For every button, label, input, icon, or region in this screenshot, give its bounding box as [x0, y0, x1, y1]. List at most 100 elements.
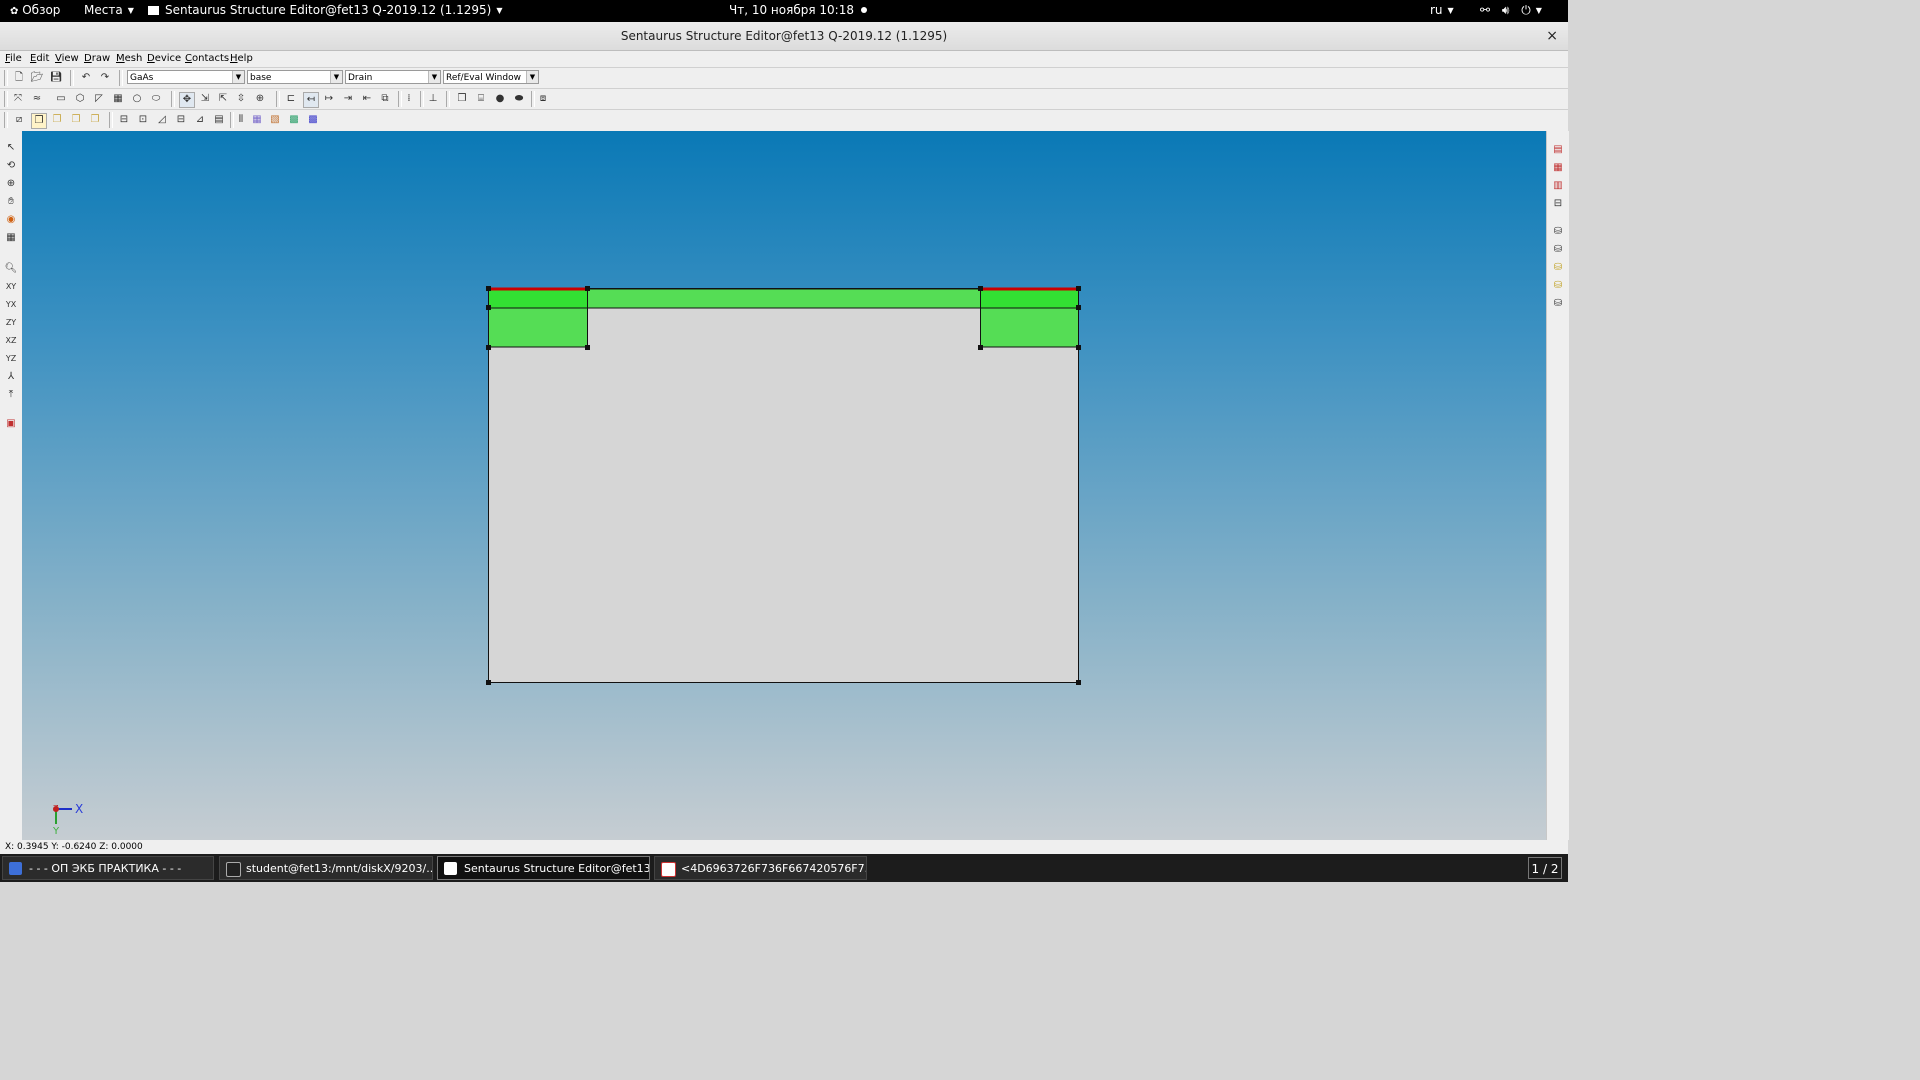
vertex[interactable]: [978, 345, 983, 350]
draw-polyline-icon[interactable]: ⤧: [11, 92, 25, 106]
show-regions-icon[interactable]: ⛁: [1551, 261, 1565, 275]
app-menu[interactable]: Sentaurus Structure Editor@fet13 Q-2019.…: [148, 3, 502, 17]
ref-eval-window-select[interactable]: Ref/Eval Window ▼: [443, 70, 539, 84]
add-vertex-icon[interactable]: ⇱: [216, 92, 230, 106]
grid-view-icon[interactable]: ▦: [4, 231, 18, 245]
grid-lines-icon[interactable]: ⦀: [234, 113, 248, 127]
taskbar-item-pdf[interactable]: <4D6963726F736F667420576F7...: [654, 856, 867, 880]
extrude-icon[interactable]: ⧈: [536, 92, 550, 106]
structure-view[interactable]: X Y Z: [22, 131, 1546, 840]
ellipsoid-icon[interactable]: ⬬: [512, 92, 526, 106]
view-reset-icon[interactable]: ⤒: [4, 388, 18, 402]
menu-contacts[interactable]: Contacts: [185, 53, 229, 64]
contact-select[interactable]: Drain ▼: [345, 70, 441, 84]
menu-help[interactable]: Help: [230, 53, 253, 64]
new-file-icon[interactable]: 🗋: [12, 71, 26, 85]
polygon-icon[interactable]: ⬡: [73, 92, 87, 106]
vertex[interactable]: [1076, 680, 1081, 685]
split-edge-icon[interactable]: ⊕: [253, 92, 267, 106]
undo-icon[interactable]: ↶: [79, 71, 93, 85]
show-doping-icon[interactable]: ⛁: [1551, 297, 1565, 311]
extend-icon[interactable]: ↦: [322, 92, 336, 106]
system-status-menu[interactable]: ⚯ 🔊︎ ⏻ ▼: [1480, 3, 1542, 18]
hatch-icon[interactable]: ▧: [268, 113, 282, 127]
measure-icon[interactable]: ⊥: [426, 92, 440, 106]
view-xy-icon[interactable]: XY: [4, 280, 18, 294]
redo-icon[interactable]: ↷: [98, 71, 112, 85]
taskbar-item-sentaurus[interactable]: Sentaurus Structure Editor@fet13...: [437, 856, 650, 880]
refinement-icon[interactable]: ▥: [1551, 179, 1565, 193]
places-menu[interactable]: Места ▼: [84, 3, 134, 17]
cube-icon[interactable]: ❒: [455, 92, 469, 106]
fillet-icon[interactable]: ⊏: [284, 92, 298, 106]
menu-edit[interactable]: Edit: [30, 53, 49, 64]
region-colors-icon[interactable]: ▩: [306, 113, 320, 127]
move-vertex-icon[interactable]: ✥: [179, 92, 195, 108]
vertex[interactable]: [1076, 305, 1081, 310]
exact-coords-icon[interactable]: ⊟: [117, 113, 131, 127]
ruler-icon[interactable]: ▦: [111, 92, 125, 106]
select-vertex-icon[interactable]: ❐: [88, 113, 102, 127]
vertex[interactable]: [486, 305, 491, 310]
doping-table-icon[interactable]: ▤: [1551, 143, 1565, 157]
vertex[interactable]: [585, 286, 590, 291]
select-arrow-icon[interactable]: ↖: [4, 141, 18, 155]
taskbar-item-ekb-practice[interactable]: - - - ОП ЭКБ ПРАКТИКА - - -: [2, 856, 214, 880]
close-window-button[interactable]: ×: [1546, 22, 1558, 50]
snap-vertex-icon[interactable]: ◿: [155, 113, 169, 127]
menu-mesh[interactable]: Mesh: [116, 53, 142, 64]
triangle-icon[interactable]: ◸: [92, 92, 106, 106]
selection-mode-icon[interactable]: ⧄: [12, 113, 26, 127]
mesh-table-icon[interactable]: ▦: [1551, 161, 1565, 175]
snap-edge-icon[interactable]: ⊟: [174, 113, 188, 127]
select-face-icon[interactable]: ❐: [50, 113, 64, 127]
show-all-icon[interactable]: ⛁: [1551, 225, 1565, 239]
show-contacts-icon[interactable]: ⛁: [1551, 279, 1565, 293]
menu-device[interactable]: Device: [147, 53, 181, 64]
rotate-view-icon[interactable]: ⟲: [4, 159, 18, 173]
view-yz-icon[interactable]: YZ: [4, 352, 18, 366]
vertical-align-icon[interactable]: ⁞: [402, 92, 416, 106]
rectangle-icon[interactable]: ▭: [54, 92, 68, 106]
sphere-icon[interactable]: ●: [493, 92, 507, 106]
menu-draw[interactable]: Draw: [84, 53, 110, 64]
substrate-region[interactable]: [488, 288, 1079, 683]
view-iso-icon[interactable]: ⅄: [4, 370, 18, 384]
keyboard-layout-menu[interactable]: ru ▼: [1430, 3, 1454, 17]
taskbar-item-terminal[interactable]: student@fet13:/mnt/diskX/9203/...: [219, 856, 433, 880]
truncation-icon[interactable]: ▤: [212, 113, 226, 127]
snap-midpoint-icon[interactable]: ⊿: [193, 113, 207, 127]
zoom-tool-icon[interactable]: ⊕: [4, 177, 18, 191]
zoom-fit-icon[interactable]: 🔍︎: [4, 262, 18, 276]
material-colors-icon[interactable]: ▩: [287, 113, 301, 127]
view-zy-icon[interactable]: ZY: [4, 316, 18, 330]
cylinder-icon[interactable]: ⌸: [474, 92, 488, 106]
ellipse-icon[interactable]: ⬭: [149, 92, 163, 106]
vertex[interactable]: [585, 345, 590, 350]
vertex[interactable]: [486, 345, 491, 350]
circle-icon[interactable]: ○: [130, 92, 144, 106]
move-edge-icon[interactable]: ⇲: [198, 92, 212, 106]
vertex[interactable]: [1076, 286, 1081, 291]
save-icon[interactable]: 💾︎: [49, 71, 63, 85]
open-folder-icon[interactable]: 📂︎: [30, 71, 44, 85]
orbit-icon[interactable]: ◉: [4, 213, 18, 227]
select-region-icon[interactable]: ❐: [31, 113, 47, 129]
structure-canvas[interactable]: X Y Z: [22, 131, 1546, 840]
trim-icon[interactable]: ⇥: [341, 92, 355, 106]
pan-hand-icon[interactable]: ✋︎: [4, 195, 18, 209]
vertex[interactable]: [978, 286, 983, 291]
material-select[interactable]: GaAs ▼: [127, 70, 245, 84]
workspace-indicator[interactable]: 1 / 2: [1528, 857, 1562, 879]
window-titlebar[interactable]: Sentaurus Structure Editor@fet13 Q-2019.…: [0, 22, 1568, 51]
vertex[interactable]: [486, 680, 491, 685]
chamfer-icon[interactable]: ↤: [303, 92, 319, 108]
vertex[interactable]: [1076, 345, 1081, 350]
region-select[interactable]: base ▼: [247, 70, 343, 84]
delete-vertex-icon[interactable]: ⇳: [234, 92, 248, 106]
break-icon[interactable]: ⇤: [360, 92, 374, 106]
menu-view[interactable]: View: [55, 53, 79, 64]
draw-spline-icon[interactable]: ≈: [30, 92, 44, 106]
view-yx-icon[interactable]: YX: [4, 298, 18, 312]
transform-icon[interactable]: ⧉: [378, 92, 392, 106]
